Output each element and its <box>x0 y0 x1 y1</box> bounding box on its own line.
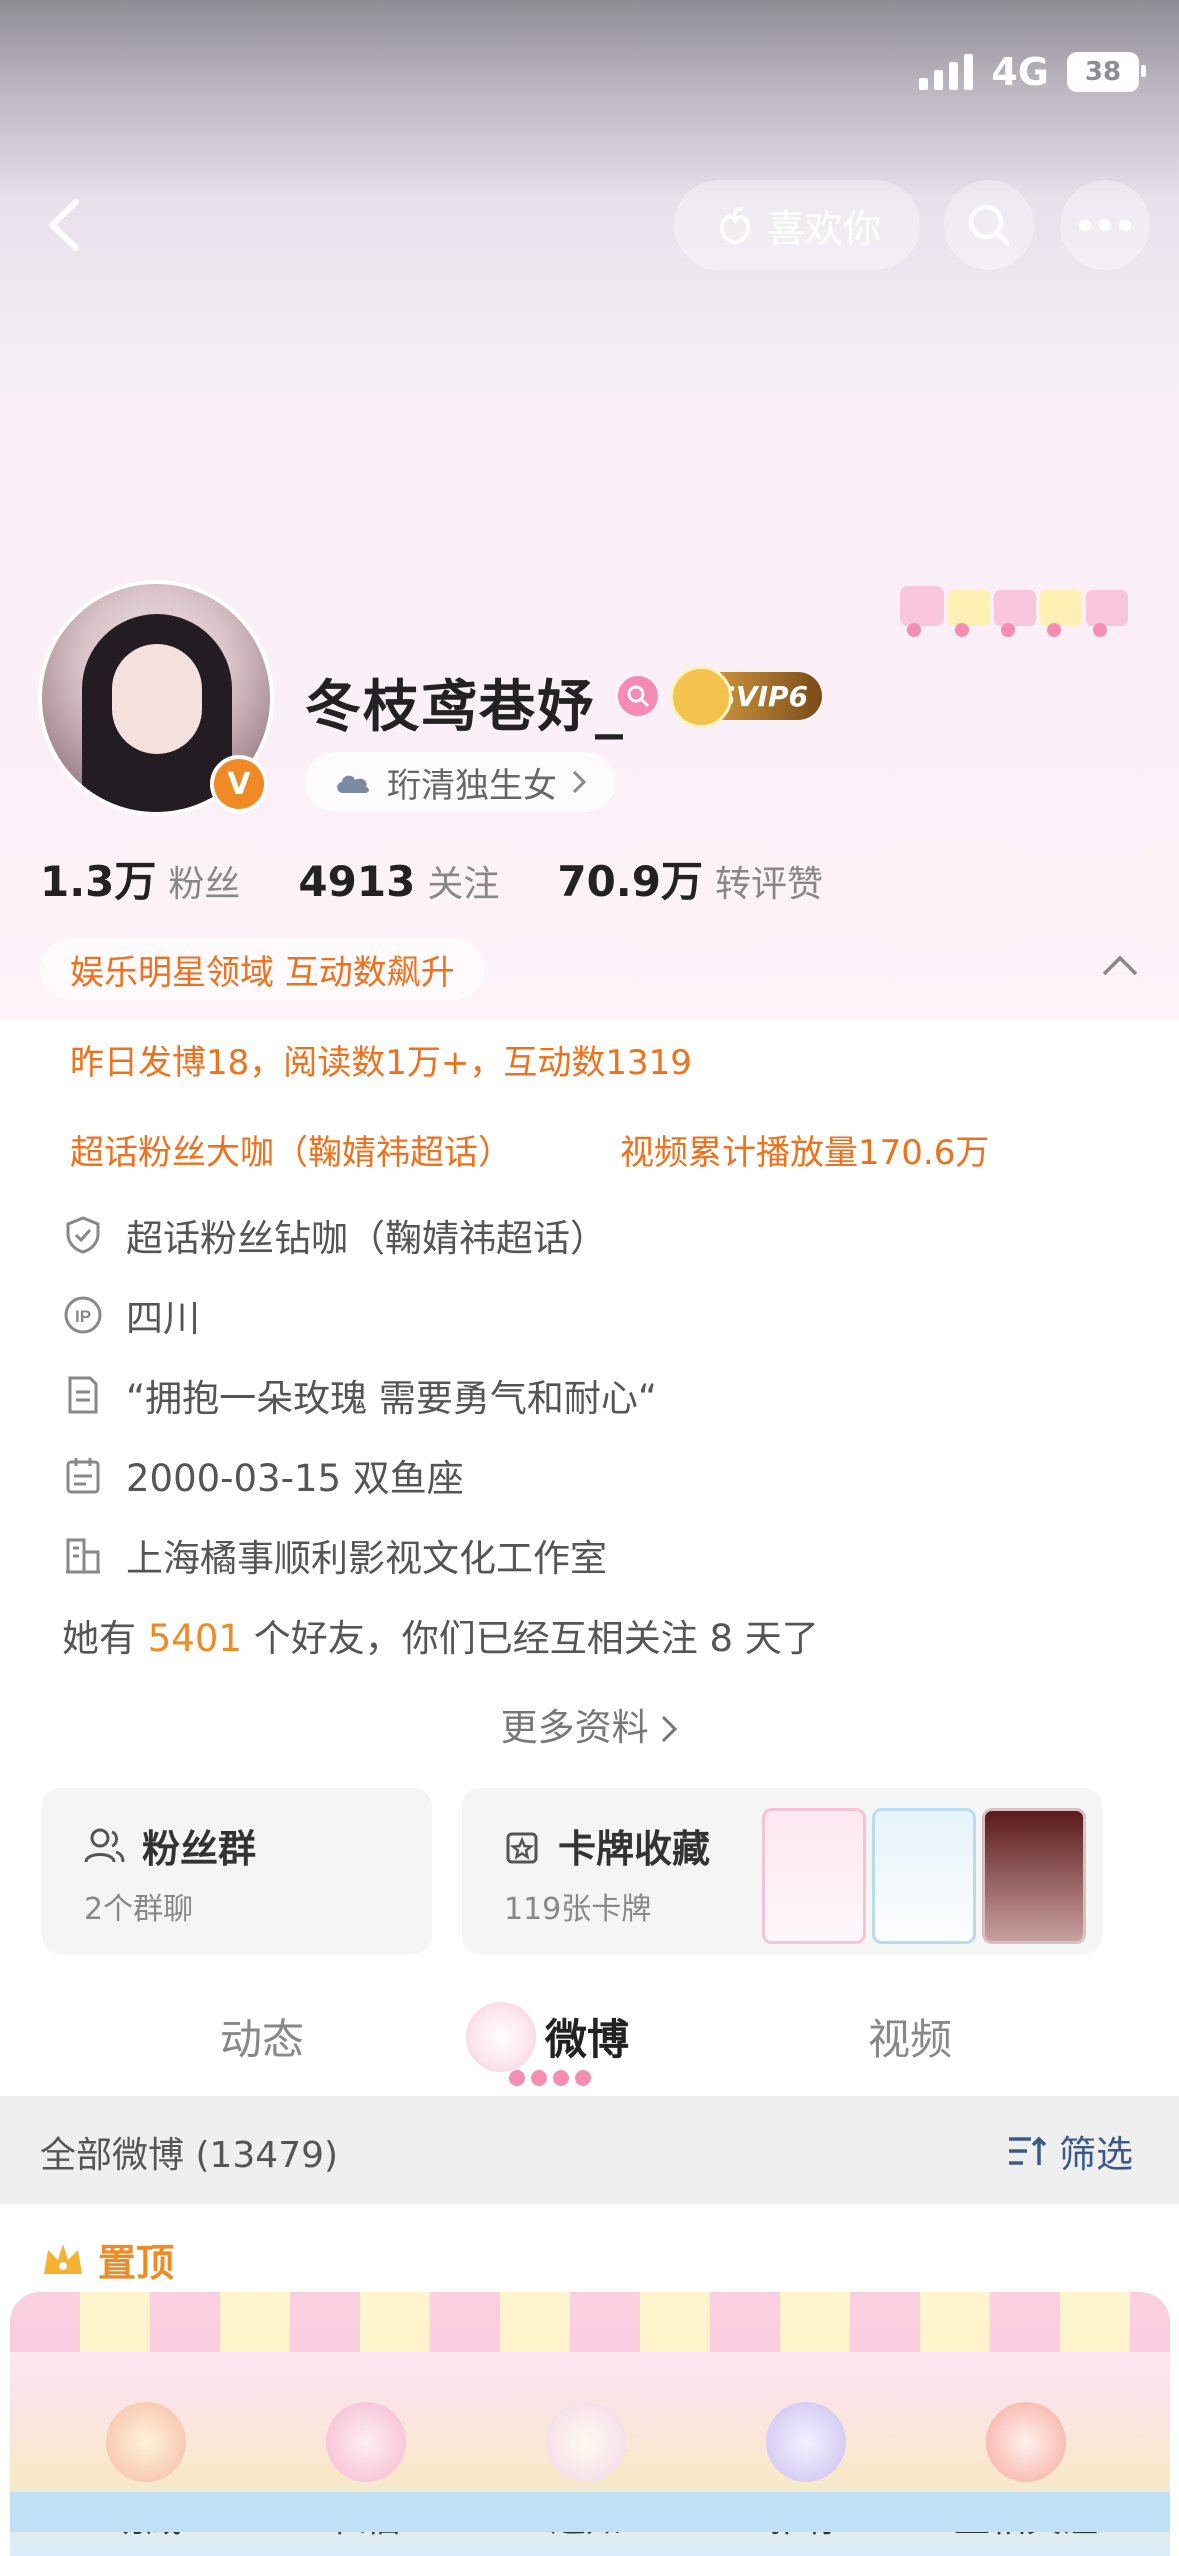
friends-suffix: 个好友，你们已经互相关注 8 天了 <box>253 1617 819 1660</box>
fans-group-card[interactable]: 粉丝群 2个群聊 <box>42 1788 432 1954</box>
username: 冬枝鸢巷妤_ <box>305 675 625 740</box>
peach-face-icon <box>986 2402 1066 2482</box>
filter-label: 筛选 <box>1059 2133 1133 2176</box>
info-text: “拥抱一朵玫瑰 需要勇气和耐心“ <box>126 1377 658 1420</box>
fans-group-sub: 2个群聊 <box>84 1892 194 1927</box>
tent-icon <box>326 2402 406 2482</box>
cake-icon <box>106 2402 186 2482</box>
peach-icon <box>720 206 750 245</box>
unicorn-icon <box>546 2402 626 2482</box>
calendar-icon <box>66 1458 100 1494</box>
info-ip: IP 四川 <box>62 1288 200 1342</box>
like-you-button[interactable]: 喜欢你 <box>674 180 920 270</box>
stat-fans[interactable]: 1.3万 粉丝 <box>40 848 240 909</box>
tab-video[interactable]: 视频 <box>868 2006 952 2067</box>
fans-group-title: 粉丝群 <box>142 1827 257 1871</box>
stat-number: 70.9万 <box>557 857 703 906</box>
search-button[interactable] <box>944 180 1034 270</box>
cart-icon <box>766 2402 846 2482</box>
all-weibo-label[interactable]: 全部微博 (13479) <box>40 2126 338 2178</box>
search-icon <box>968 204 1010 246</box>
tab-dynamic[interactable]: 动态 <box>220 2006 304 2067</box>
friends-count: 5401 <box>147 1617 242 1660</box>
card-star-icon <box>506 1832 538 1863</box>
network-label: 4G <box>991 50 1049 94</box>
info-text: 四川 <box>126 1297 200 1340</box>
stat-label: 转评赞 <box>714 864 823 905</box>
like-you-label: 喜欢你 <box>766 206 881 251</box>
collapse-chevron-icon[interactable] <box>1100 950 1140 980</box>
tab-weibo[interactable]: 微博 <box>545 2006 629 2067</box>
crown-icon <box>44 2243 82 2274</box>
friends-prefix: 她有 <box>62 1617 136 1660</box>
stat-label: 粉丝 <box>168 864 241 905</box>
battery-level: 38 <box>1084 57 1122 87</box>
info-text: 2000-03-15 双鱼座 <box>126 1457 464 1500</box>
honor-field-badge[interactable]: 娱乐明星领域 互动数飙升 <box>40 938 485 1000</box>
svip-badge[interactable]: SVIP6 <box>670 666 822 728</box>
back-arrow-icon[interactable] <box>30 190 100 260</box>
filter-button[interactable]: 筛选 <box>1005 2124 1133 2178</box>
more-dots-icon <box>1079 219 1131 231</box>
chevron-right-icon <box>572 770 587 794</box>
svg-text:IP: IP <box>75 1307 91 1326</box>
card-thumbnail <box>982 1808 1086 1944</box>
mutual-friends-text[interactable]: 她有 5401 个好友，你们已经互相关注 8 天了 <box>62 1608 819 1662</box>
train-decoration-icon <box>900 586 1128 637</box>
card-thumbnail <box>762 1808 866 1944</box>
group-icon <box>84 1828 125 1862</box>
info-text: 超话粉丝钻咖（鞠婧祎超话） <box>126 1217 607 1260</box>
feed-filter-bar: 全部微博 (13479) 筛选 <box>0 2096 1179 2204</box>
ip-icon: IP <box>64 1296 102 1334</box>
status-bar: 4G 38 <box>919 50 1146 94</box>
signal-icon <box>919 54 974 90</box>
shield-icon <box>66 1216 100 1254</box>
info-superfan: 超话粉丝钻咖（鞠婧祎超话） <box>62 1208 607 1262</box>
chevron-right-icon <box>662 1715 678 1743</box>
female-icon <box>618 676 658 716</box>
pinned-text: 置顶 <box>98 2241 175 2285</box>
pinned-label: 置顶 <box>40 2232 174 2287</box>
building-icon <box>66 1538 100 1574</box>
tab-decoration-icon <box>466 2002 536 2072</box>
verified-badge: V <box>210 755 268 813</box>
cloud-icon <box>337 775 369 793</box>
top-bar: 喜欢你 <box>0 180 1179 270</box>
document-icon <box>68 1376 98 1414</box>
more-info-label: 更多资料 <box>500 1706 649 1749</box>
stat-number: 1.3万 <box>40 857 157 906</box>
stat-number: 4913 <box>298 857 416 906</box>
group-tag-label: 珩清独生女 <box>387 765 557 806</box>
more-options-button[interactable] <box>1060 180 1150 270</box>
info-text: 上海橘事顺利影视文化工作室 <box>126 1537 607 1580</box>
stat-following[interactable]: 4913 关注 <box>298 855 499 907</box>
battery-icon: 38 <box>1067 52 1146 92</box>
more-info-link[interactable]: 更多资料 <box>0 1697 1179 1751</box>
stat-label: 关注 <box>427 864 500 905</box>
info-company: 上海橘事顺利影视文化工作室 <box>62 1528 607 1582</box>
honor-video-badge[interactable]: 视频累计播放量170.6万 <box>590 1118 1020 1180</box>
card-collection-title: 卡牌收藏 <box>558 1827 711 1871</box>
stat-interactions[interactable]: 70.9万 转评赞 <box>557 848 823 909</box>
card-collection-card[interactable]: 卡牌收藏 119张卡牌 <box>462 1788 1102 1954</box>
group-tag[interactable]: 珩清独生女 <box>305 752 615 812</box>
card-thumbnail <box>872 1808 976 1944</box>
profile-stats: 1.3万 粉丝 4913 关注 70.9万 转评赞 <box>40 848 823 909</box>
tab-active-indicator <box>500 2070 600 2090</box>
bottom-nav-bar: 助威 私信 通知 推荐 互相关注 <box>10 2292 1170 2556</box>
honor-superfan-badge[interactable]: 超话粉丝大咖（鞠婧祎超话） <box>40 1118 542 1180</box>
info-bio: “拥抱一朵玫瑰 需要勇气和耐心“ <box>62 1368 657 1422</box>
card-collection-sub: 119张卡牌 <box>504 1892 652 1927</box>
crown-icon <box>670 666 732 728</box>
info-birthday: 2000-03-15 双鱼座 <box>62 1448 464 1502</box>
honor-yesterday-badge[interactable]: 昨日发博18，阅读数1万+，互动数1319 <box>40 1028 722 1090</box>
filter-icon <box>1009 2136 1047 2165</box>
